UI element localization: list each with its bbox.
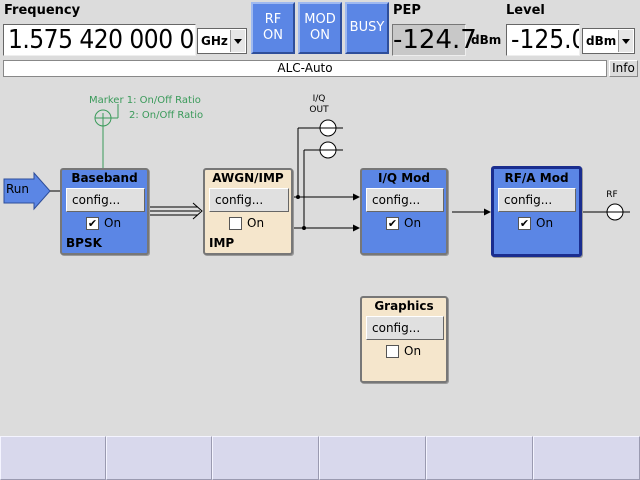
iq-out-label-1: I/Q <box>312 94 326 104</box>
softkey-6[interactable] <box>533 436 640 480</box>
awgn-on-label: On <box>247 216 265 230</box>
iq-mod-config-button[interactable]: config... <box>366 188 444 212</box>
graphics-title: Graphics <box>374 299 434 313</box>
graphics-on-label: On <box>404 344 422 358</box>
awgn-mode: IMP <box>209 236 235 250</box>
baseband-block[interactable]: Baseband config... ✔ On BPSK <box>60 168 149 255</box>
checkbox-checked-icon: ✔ <box>518 216 531 230</box>
baseband-config-button[interactable]: config... <box>66 188 145 212</box>
baseband-modulation: BPSK <box>66 236 102 250</box>
softkey-2[interactable] <box>106 436 212 480</box>
rf-mod-on-checkbox[interactable]: ✔ On <box>518 216 553 230</box>
bus-arrow <box>150 202 203 220</box>
softkey-4[interactable] <box>319 436 426 480</box>
softkey-1[interactable] <box>0 436 106 480</box>
awgn-config-button[interactable]: config... <box>209 188 289 212</box>
graphics-config-button[interactable]: config... <box>366 316 444 340</box>
iq-out-label-2: OUT <box>309 105 329 115</box>
iq-mod-on-label: On <box>404 216 422 230</box>
graphics-block[interactable]: Graphics config... On <box>360 296 448 383</box>
iq-mod-title: I/Q Mod <box>377 171 430 185</box>
awgn-on-checkbox[interactable]: On <box>229 216 264 230</box>
softkey-3[interactable] <box>212 436 319 480</box>
iq-mod-on-checkbox[interactable]: ✔ On <box>386 216 421 230</box>
softkey-5[interactable] <box>426 436 533 480</box>
checkbox-unchecked-icon <box>386 344 399 358</box>
marker-label-2: 2: On/Off Ratio <box>129 110 204 121</box>
rf-mod-title: RF/A Mod <box>504 171 569 185</box>
checkbox-checked-icon: ✔ <box>386 216 399 230</box>
baseband-title: Baseband <box>71 171 138 185</box>
baseband-on-checkbox[interactable]: ✔ On <box>86 216 121 230</box>
rf-out-label: RF <box>606 190 618 200</box>
checkbox-unchecked-icon <box>229 216 242 230</box>
checkbox-checked-icon: ✔ <box>86 216 99 230</box>
marker-label-1: Marker 1: On/Off Ratio <box>89 95 201 106</box>
iq-mod-block[interactable]: I/Q Mod config... ✔ On <box>360 168 448 255</box>
rf-mod-config-button[interactable]: config... <box>498 188 576 212</box>
graphics-on-checkbox[interactable]: On <box>386 344 421 358</box>
awgn-imp-block[interactable]: AWGN/IMP config... On IMP <box>203 168 293 255</box>
awgn-title: AWGN/IMP <box>212 171 284 185</box>
rf-mod-on-label: On <box>536 216 554 230</box>
run-label: Run <box>6 182 30 196</box>
rf-a-mod-block[interactable]: RF/A Mod config... ✔ On <box>491 166 582 257</box>
baseband-on-label: On <box>104 216 122 230</box>
